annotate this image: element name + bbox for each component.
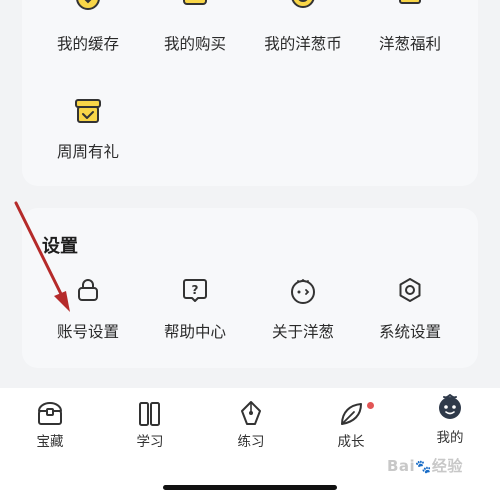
lock-icon xyxy=(78,279,98,301)
service-label: 洋葱福利 xyxy=(378,35,441,53)
pen-icon xyxy=(241,401,261,425)
service-label: 我的缓存 xyxy=(56,35,119,53)
tab-treasure[interactable]: 宝藏 xyxy=(10,400,90,450)
service-label: 我的洋葱币 xyxy=(264,35,342,53)
tab-label: 我的 xyxy=(436,430,464,446)
tab-study[interactable]: 学习 xyxy=(110,400,190,450)
settings-label: 帮助中心 xyxy=(163,323,226,341)
watermark: Bai🐾经验 xyxy=(387,455,463,476)
gear-hex-icon xyxy=(399,278,421,302)
svg-text:?: ? xyxy=(192,283,199,297)
service-item-cache[interactable]: 我的缓存 xyxy=(33,0,143,54)
gift-box-check-icon xyxy=(75,99,101,123)
onion-face-icon xyxy=(291,279,315,304)
settings-item-system[interactable]: 系统设置 xyxy=(355,276,465,342)
download-icon xyxy=(76,0,100,10)
service-item-weekly-gift[interactable]: 周周有礼 xyxy=(33,96,143,162)
tab-practice[interactable]: 练习 xyxy=(211,400,291,450)
settings-item-account[interactable]: 账号设置 xyxy=(33,276,143,342)
service-label: 周周有礼 xyxy=(56,143,119,161)
tab-label: 成长 xyxy=(337,434,365,450)
growth-badge-dot xyxy=(367,402,374,409)
books-icon xyxy=(139,402,160,426)
tab-mine[interactable]: 我的 xyxy=(410,392,490,446)
gift-icon xyxy=(399,0,421,4)
coin-icon xyxy=(291,0,315,8)
service-item-welfare[interactable]: 洋葱福利 xyxy=(355,0,465,54)
service-item-coins[interactable]: 我的洋葱币 xyxy=(248,0,358,54)
service-item-purchases[interactable]: 我的购买 xyxy=(140,0,250,54)
home-indicator xyxy=(163,485,337,490)
treasure-chest-icon xyxy=(38,402,62,425)
tab-label: 宝藏 xyxy=(36,434,64,450)
tab-growth[interactable]: 成长 xyxy=(311,400,391,450)
paw-icon: 🐾 xyxy=(415,460,432,475)
settings-item-help[interactable]: ? 帮助中心 xyxy=(140,276,250,342)
settings-item-about[interactable]: 关于洋葱 xyxy=(248,276,358,342)
onion-avatar-icon xyxy=(439,394,461,419)
leaf-icon xyxy=(341,403,362,425)
watermark-text: Bai xyxy=(387,457,416,475)
settings-title: 设置 xyxy=(42,236,78,257)
settings-label: 关于洋葱 xyxy=(271,323,334,341)
settings-label: 账号设置 xyxy=(56,323,119,341)
tab-label: 练习 xyxy=(237,434,265,450)
shopping-bag-icon xyxy=(183,0,207,5)
tab-label: 学习 xyxy=(136,434,164,450)
service-label: 我的购买 xyxy=(163,35,226,53)
settings-label: 系统设置 xyxy=(378,323,441,341)
watermark-suffix: 经验 xyxy=(431,457,463,475)
help-bubble-icon: ? xyxy=(183,279,207,302)
